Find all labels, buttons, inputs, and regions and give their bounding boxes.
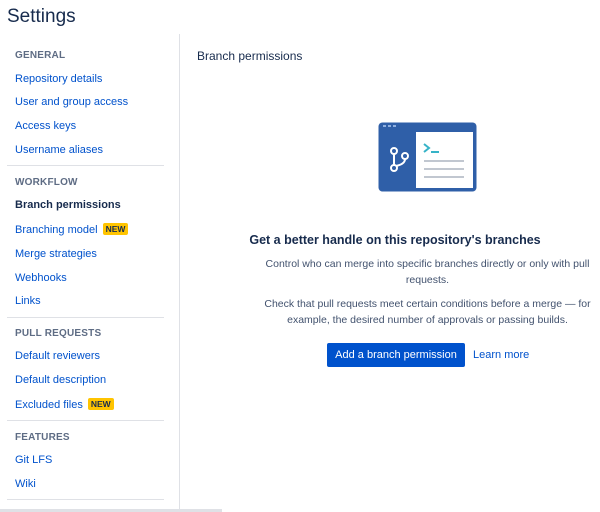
sidebar-item-label: Branching model (15, 224, 98, 236)
section-header-features: FEATURES (15, 432, 70, 443)
sidebar-item-repository-details[interactable]: Repository details (15, 73, 102, 85)
new-badge: NEW (102, 223, 129, 235)
sidebar-divider (7, 499, 164, 500)
section-header-workflow: WORKFLOW (15, 177, 78, 188)
section-header-general: GENERAL (15, 50, 66, 61)
sidebar-item-username-aliases[interactable]: Username aliases (15, 144, 103, 156)
section-header-pull-requests: PULL REQUESTS (15, 328, 102, 339)
sidebar-item-label: Excluded files (15, 399, 83, 411)
sidebar-item-access-keys[interactable]: Access keys (15, 120, 76, 132)
branch-window-icon (378, 122, 477, 192)
sidebar-item-links[interactable]: Links (15, 295, 41, 307)
main-title: Branch permissions (197, 49, 303, 63)
sidebar-divider (7, 317, 164, 318)
empty-state-description: Control who can merge into specific bran… (265, 258, 590, 286)
sidebar-item-webhooks[interactable]: Webhooks (15, 272, 67, 284)
sidebar-divider (7, 165, 164, 166)
empty-state-heading: Get a better handle on this repository's… (249, 233, 541, 247)
sidebar-item-branch-permissions[interactable]: Branch permissions (15, 199, 121, 211)
sidebar-item-wiki[interactable]: Wiki (15, 478, 36, 490)
sidebar-item-default-description[interactable]: Default description (15, 374, 106, 386)
settings-sidebar: GENERAL Repository details User and grou… (0, 34, 180, 512)
sidebar-item-git-lfs[interactable]: Git LFS (15, 454, 52, 466)
sidebar-item-user-and-group-access[interactable]: User and group access (15, 96, 128, 108)
sidebar-item-branching-model[interactable]: Branching model NEW (15, 223, 129, 236)
new-badge: NEW (87, 398, 114, 410)
learn-more-link[interactable]: Learn more (473, 349, 529, 361)
settings-page: Settings GENERAL Repository details User… (0, 0, 600, 512)
add-branch-permission-button[interactable]: Add a branch permission (327, 343, 465, 367)
sidebar-item-default-reviewers[interactable]: Default reviewers (15, 350, 100, 362)
sidebar-divider (7, 420, 164, 421)
empty-state-description: Check that pull requests meet certain co… (264, 298, 591, 326)
page-title: Settings (7, 6, 76, 27)
sidebar-item-excluded-files[interactable]: Excluded files NEW (15, 398, 114, 411)
sidebar-item-merge-strategies[interactable]: Merge strategies (15, 248, 97, 260)
